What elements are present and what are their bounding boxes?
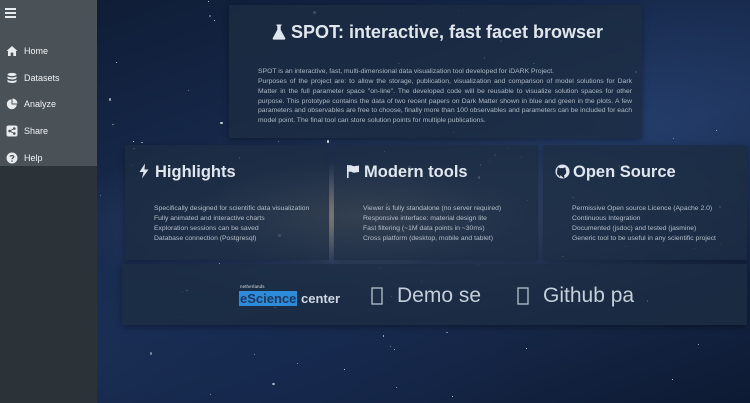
escience-logo-small-text: netherlands (240, 284, 265, 289)
star (187, 89, 189, 91)
star (672, 379, 674, 381)
star (209, 394, 212, 396)
star (383, 335, 385, 337)
sidebar-item-help[interactable]: Help (0, 144, 97, 171)
sidebar-item-label: Datasets (24, 72, 60, 83)
star (278, 141, 280, 143)
feature-list: Permissive Open source Licence (Apache 2… (572, 204, 716, 244)
sidebar-item-label: Help (24, 152, 43, 163)
list-item: Documented (jsdoc) and tested (jasmine) (572, 224, 697, 232)
star (108, 98, 112, 101)
sidebar-item-home[interactable]: Home (0, 38, 97, 65)
star (149, 352, 153, 355)
broken-image-icon (517, 286, 529, 306)
escience-logo-highlight: eScience (239, 291, 298, 306)
feature-list: Specifically designed for scientific dat… (154, 204, 309, 244)
demo-link-label: Demo se (397, 284, 482, 307)
flag-icon (346, 163, 360, 179)
star (525, 347, 528, 350)
sidebar-item-label: Home (24, 46, 49, 57)
card-title: Highlights (137, 163, 236, 182)
hero-paragraph: SPOT is an interactive, fast, multi-dime… (258, 68, 555, 75)
star (394, 348, 396, 351)
list-item: Cross platform (desktop, mobile and tabl… (363, 234, 493, 242)
database-icon (6, 72, 18, 84)
pie-chart-icon (6, 98, 18, 110)
open-source-card: Open Source Permissive Open source Licen… (543, 145, 747, 260)
card-title-text: Open Source (573, 163, 676, 181)
demo-session-link[interactable]: Demo se (371, 284, 481, 308)
star (115, 61, 117, 63)
question-circle-icon (6, 152, 18, 164)
modern-tools-card: Modern tools Viewer is fully standalone … (334, 145, 538, 260)
page-title: SPOT: interactive, fast facet browser (241, 22, 634, 43)
list-item: Continuous Integration (572, 214, 641, 222)
star (343, 368, 345, 371)
star (672, 137, 675, 139)
star (296, 363, 299, 365)
star (451, 395, 453, 398)
links-panel: netherlands eScience center Demo se Gith… (122, 264, 747, 325)
star (253, 353, 256, 355)
sidebar-item-analyze[interactable]: Analyze (0, 91, 97, 118)
sidebar-item-label: Analyze (24, 99, 57, 110)
sidebar-item-share[interactable]: Share (0, 118, 97, 145)
star (141, 142, 143, 144)
star (132, 140, 135, 142)
card-title-text: Highlights (155, 163, 236, 181)
escience-logo: eScience center (239, 291, 340, 306)
github-link-label: Github pa (543, 284, 635, 307)
star (716, 129, 718, 132)
star (213, 20, 215, 22)
sidebar-item-label: Share (24, 126, 49, 137)
list-item: Fully animated and interactive charts (154, 214, 265, 222)
list-item: Exploration sessions can be saved (154, 224, 259, 232)
star (697, 344, 699, 346)
highlights-card: Highlights Specifically designed for sci… (125, 145, 329, 260)
card-title: Open Source (555, 163, 676, 182)
list-item: Permissive Open source Licence (Apache 2… (572, 205, 713, 212)
list-item: Responsive interface: material design li… (363, 214, 487, 222)
star (208, 14, 212, 18)
github-icon (555, 164, 570, 180)
star (326, 140, 330, 143)
list-item: Generic tool to be useful in any scienti… (572, 234, 716, 242)
star (390, 345, 392, 347)
list-item: Specifically designed for scientific dat… (154, 205, 310, 212)
feature-list: Viewer is fully standalone (no server re… (363, 204, 501, 244)
hero-paragraph: Purposes of the project are: to allow th… (258, 77, 632, 125)
hero-description: SPOT is an interactive, fast, multi-dime… (258, 67, 632, 126)
bolt-icon (137, 163, 151, 179)
star (220, 121, 223, 125)
star (395, 386, 397, 388)
escience-logo-text: center (301, 291, 341, 306)
card-title: Modern tools (346, 163, 468, 182)
list-item: Viewer is fully standalone (no server re… (363, 205, 502, 212)
star (446, 332, 448, 334)
star (100, 194, 102, 197)
hero-panel: SPOT: interactive, fast facet browser SP… (229, 5, 642, 138)
sidebar: Home Datasets Analyze Share Help (0, 0, 97, 403)
hamburger-icon[interactable] (5, 8, 27, 32)
list-item: Database connection (Postgresql) (154, 234, 257, 242)
list-item: Fast filtering (~1M data points in ~30ms… (363, 224, 485, 232)
star (207, 1, 209, 3)
share-icon (6, 125, 18, 137)
broken-image-icon (371, 286, 383, 306)
flask-icon (272, 24, 286, 40)
sidebar-item-datasets[interactable]: Datasets (0, 65, 97, 92)
github-page-link[interactable]: Github pa (517, 284, 634, 308)
card-title-text: Modern tools (364, 163, 468, 181)
sidebar-menu: Home Datasets Analyze Share Help (0, 0, 97, 166)
star (112, 123, 114, 126)
home-icon (6, 45, 18, 57)
star (272, 382, 275, 386)
hero-title-text: SPOT: interactive, fast facet browser (290, 22, 604, 42)
